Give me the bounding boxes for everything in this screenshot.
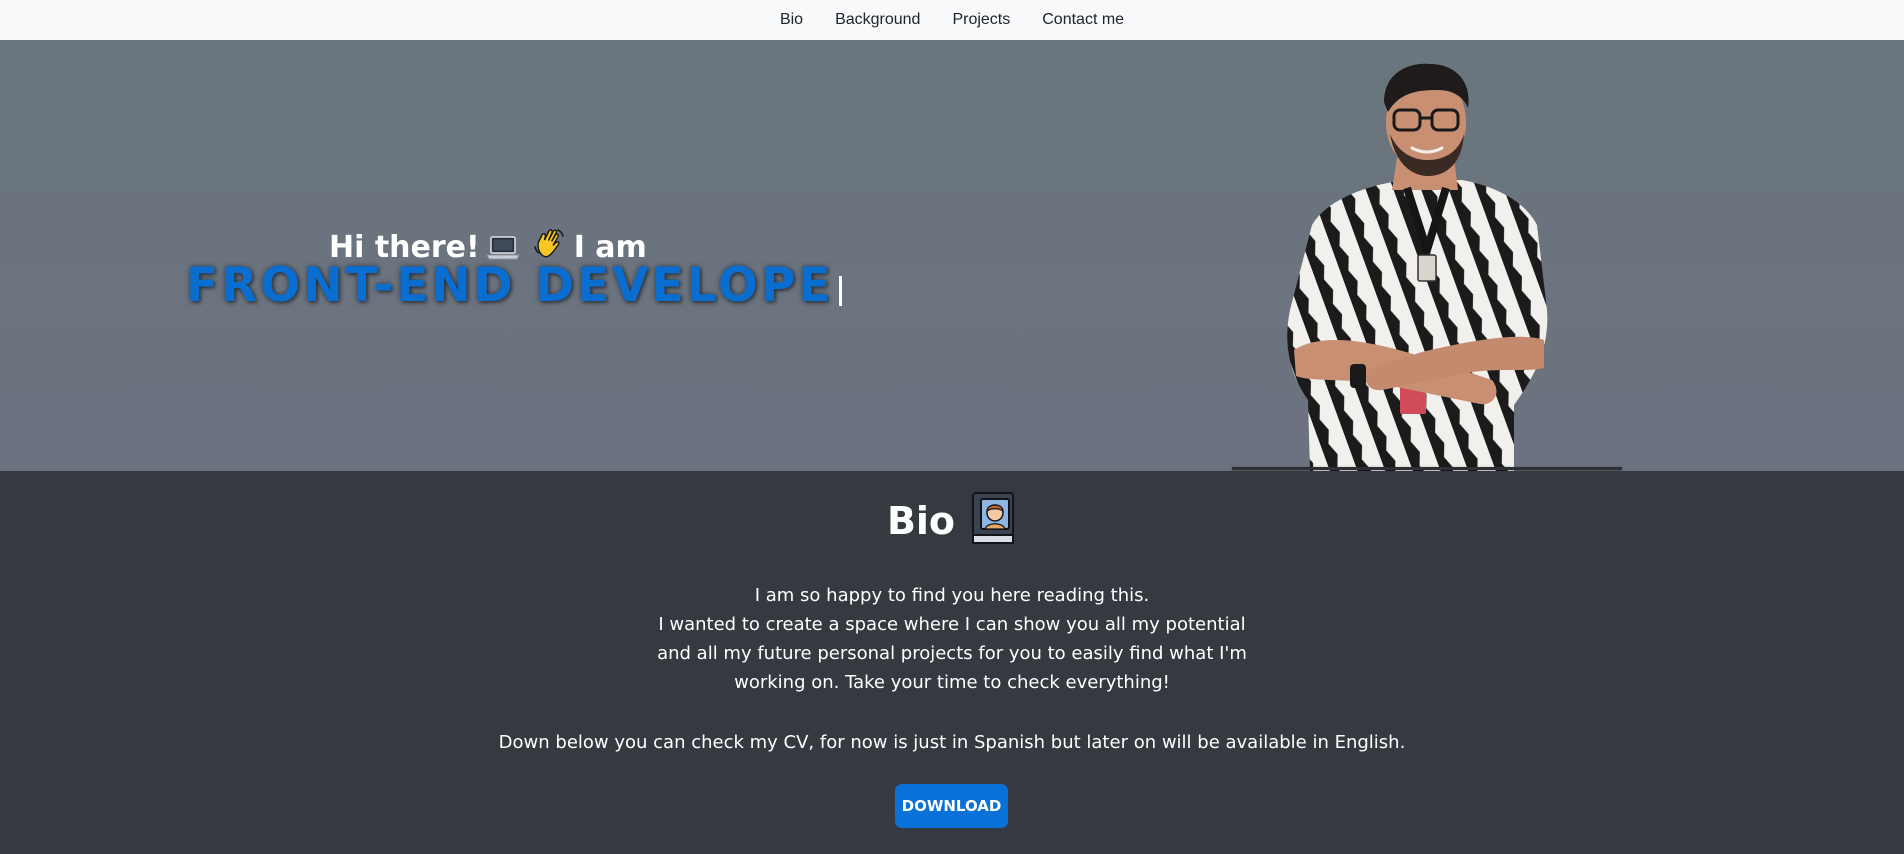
bio-title: Bio: [886, 499, 956, 543]
cv-note: Down below you can check my CV, for now …: [498, 732, 1406, 753]
bio-section: Bio I am so happy to find you here readi…: [0, 471, 1904, 854]
typed-role-text: FRONT-END DEVELOPE: [186, 258, 843, 313]
bio-intro-paragraph: I am so happy to find you here reading t…: [0, 581, 1904, 697]
bio-line: and all my future personal projects for …: [657, 643, 1247, 664]
nav-link-background[interactable]: Background: [819, 11, 936, 29]
bio-heading: Bio: [0, 491, 1904, 551]
hero-section: Hi there! I am FRONT-END DEVELOPE: [0, 40, 1904, 471]
download-cv-button[interactable]: DOWNLOAD: [895, 784, 1008, 828]
bio-line: I am so happy to find you here reading t…: [754, 585, 1150, 606]
role-text: FRONT-END DEVELOPE: [186, 258, 834, 313]
top-navbar: Bio Background Projects Contact me: [0, 0, 1904, 40]
nav-link-contact[interactable]: Contact me: [1026, 11, 1140, 29]
book-portrait-icon: [969, 491, 1017, 551]
nav-link-bio[interactable]: Bio: [764, 11, 819, 29]
nav-link-projects[interactable]: Projects: [936, 11, 1026, 29]
bio-line: working on. Take your time to check ever…: [734, 672, 1170, 693]
typing-cursor: [839, 275, 843, 306]
bio-line: I wanted to create a space where I can s…: [658, 614, 1246, 635]
profile-photo: [1287, 63, 1548, 471]
laptop-icon: [485, 234, 520, 260]
photo-divider: [1232, 467, 1622, 470]
